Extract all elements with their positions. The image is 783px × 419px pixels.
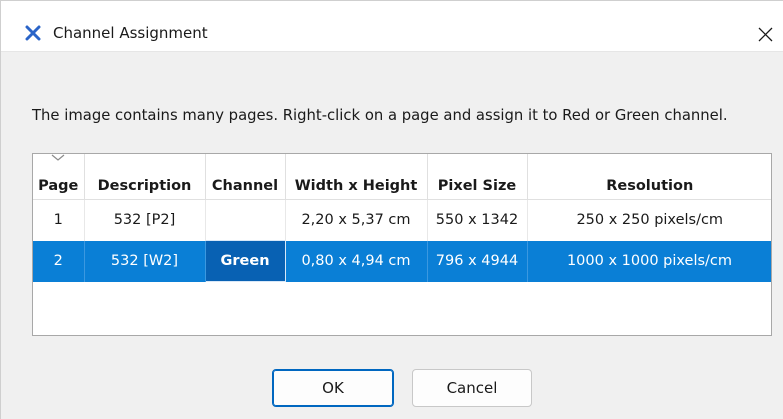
instruction-text: The image contains many pages. Right-cli… [32,107,728,124]
pages-table[interactable]: Page Description Channel Width x Height … [32,153,772,336]
column-header-channel[interactable]: Channel [205,154,286,200]
cell-resolution[interactable]: 250 x 250 pixels/cm [527,200,771,241]
sort-chevron-icon [51,154,65,161]
column-header-label: Resolution [606,178,694,194]
cell-channel[interactable]: Green [204,240,286,282]
cell-pixel-size[interactable]: 550 x 1342 [427,199,528,241]
table-row-selected[interactable]: 2 532 [W2] Green 0,80 x 4,94 cm 796 x 49… [33,240,771,282]
ok-button[interactable]: OK [272,369,394,407]
table-header-row: Page Description Channel Width x Height … [33,154,771,200]
cell-description[interactable]: 532 [P2] [84,199,206,241]
cell-resolution[interactable]: 1000 x 1000 pixels/cm [527,240,771,282]
column-header-width-height[interactable]: Width x Height [285,154,428,200]
column-header-page[interactable]: Page [33,154,85,200]
cell-width-height[interactable]: 0,80 x 4,94 cm [285,240,428,282]
cell-width-height[interactable]: 2,20 x 5,37 cm [285,199,428,241]
app-x-icon [25,25,41,41]
cell-pixel-size[interactable]: 796 x 4944 [427,240,528,282]
column-header-label: Description [97,178,192,194]
cell-description[interactable]: 532 [W2] [84,240,206,282]
cell-page[interactable]: 2 [33,240,85,282]
column-header-description[interactable]: Description [84,154,206,200]
column-header-label: Pixel Size [437,178,517,194]
column-header-resolution[interactable]: Resolution [527,154,771,200]
table-row[interactable]: 1 532 [P2] 2,20 x 5,37 cm 550 x 1342 250… [33,199,771,241]
column-header-label: Channel [211,178,279,194]
channel-assignment-dialog: Channel Assignment The image contains ma… [0,0,783,419]
column-header-pixel-size[interactable]: Pixel Size [427,154,528,200]
cell-channel[interactable] [205,199,286,241]
close-button[interactable] [749,17,781,49]
title-bar[interactable]: Channel Assignment [1,1,783,52]
cell-page[interactable]: 1 [33,199,85,241]
window-title: Channel Assignment [53,24,208,42]
column-header-label: Width x Height [294,178,418,194]
cancel-button[interactable]: Cancel [412,369,532,407]
close-icon [758,27,773,42]
column-header-label: Page [38,178,79,194]
